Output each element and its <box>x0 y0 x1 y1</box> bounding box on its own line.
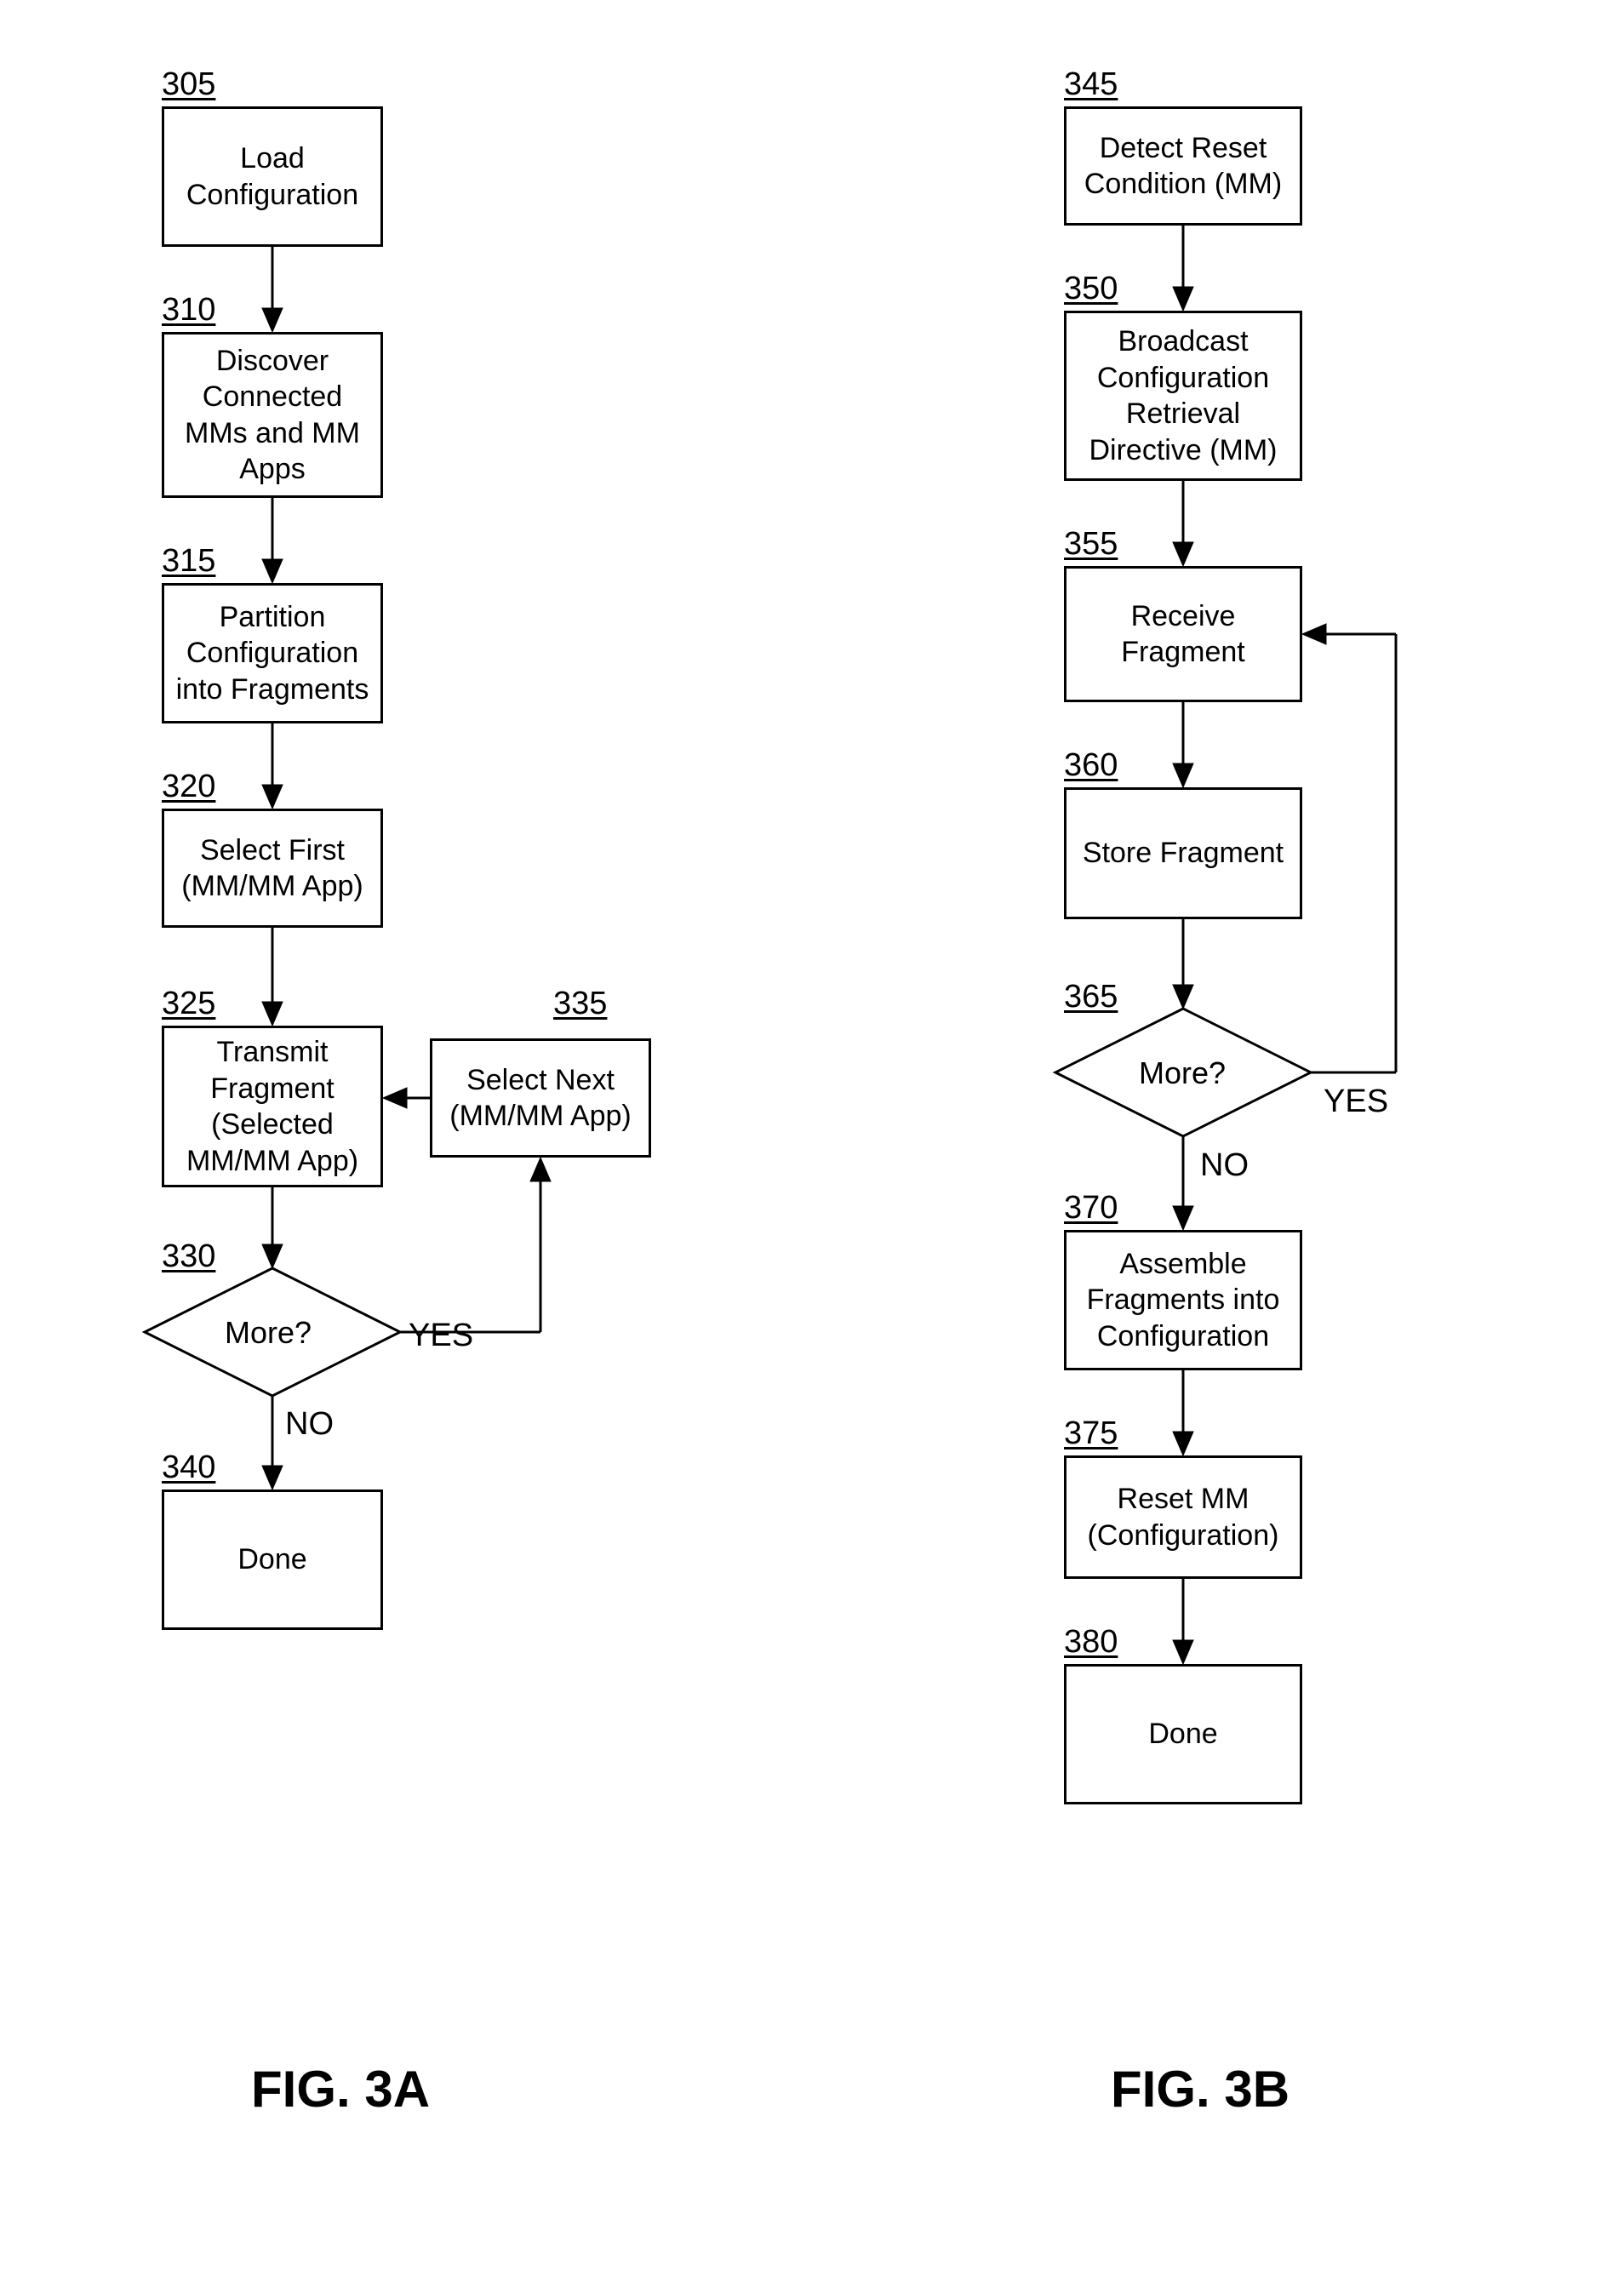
node-number-360: 360 <box>1064 747 1118 784</box>
node-355-text: Receive Fragment <box>1072 598 1295 671</box>
node-number-355: 355 <box>1064 526 1118 563</box>
node-335: Select Next (MM/MM App) <box>430 1038 651 1158</box>
node-number-335: 335 <box>553 986 607 1022</box>
node-305: Load Configuration <box>162 106 383 247</box>
node-340: Done <box>162 1490 383 1630</box>
node-315: Partition Configuration into Fragments <box>162 583 383 723</box>
node-310: Discover Connected MMs and MM Apps <box>162 332 383 498</box>
figure-label-3b: FIG. 3B <box>1111 2060 1289 2118</box>
node-360-text: Store Fragment <box>1083 835 1284 872</box>
node-330-yes: YES <box>409 1318 473 1354</box>
node-number-345: 345 <box>1064 66 1118 103</box>
node-365-text: More? <box>1139 1055 1226 1091</box>
node-375-text: Reset MM (Configuration) <box>1072 1481 1295 1553</box>
node-345-text: Detect Reset Condition (MM) <box>1072 130 1295 203</box>
node-365-yes: YES <box>1324 1084 1388 1120</box>
node-320: Select First (MM/MM App) <box>162 809 383 928</box>
node-365-no: NO <box>1200 1147 1249 1184</box>
node-345: Detect Reset Condition (MM) <box>1064 106 1302 226</box>
node-325: Transmit Fragment (Selected MM/MM App) <box>162 1026 383 1187</box>
node-370: Assemble Fragments into Configuration <box>1064 1230 1302 1370</box>
node-360: Store Fragment <box>1064 787 1302 919</box>
node-310-text: Discover Connected MMs and MM Apps <box>169 343 375 488</box>
node-325-text: Transmit Fragment (Selected MM/MM App) <box>169 1034 375 1179</box>
page: 305 Load Configuration 310 Discover Conn… <box>0 0 1624 2270</box>
figure-label-3a: FIG. 3A <box>251 2060 430 2118</box>
node-number-340: 340 <box>162 1449 215 1486</box>
node-number-370: 370 <box>1064 1190 1118 1226</box>
node-340-text: Done <box>237 1541 306 1578</box>
node-number-305: 305 <box>162 66 215 103</box>
node-305-text: Load Configuration <box>169 140 375 213</box>
node-350: Broadcast Configuration Retrieval Direct… <box>1064 311 1302 481</box>
node-330-no: NO <box>285 1406 334 1443</box>
node-370-text: Assemble Fragments into Configuration <box>1072 1246 1295 1355</box>
node-355: Receive Fragment <box>1064 566 1302 702</box>
node-number-320: 320 <box>162 769 215 805</box>
node-380-text: Done <box>1148 1716 1217 1753</box>
node-number-315: 315 <box>162 543 215 580</box>
node-380: Done <box>1064 1664 1302 1804</box>
node-375: Reset MM (Configuration) <box>1064 1455 1302 1579</box>
node-number-365: 365 <box>1064 979 1118 1015</box>
node-number-310: 310 <box>162 292 215 329</box>
node-335-text: Select Next (MM/MM App) <box>437 1062 643 1135</box>
node-320-text: Select First (MM/MM App) <box>169 832 375 905</box>
node-330-text: More? <box>225 1315 312 1351</box>
node-number-330: 330 <box>162 1238 215 1275</box>
node-350-text: Broadcast Configuration Retrieval Direct… <box>1072 323 1295 468</box>
node-315-text: Partition Configuration into Fragments <box>169 599 375 708</box>
node-number-375: 375 <box>1064 1415 1118 1452</box>
node-number-380: 380 <box>1064 1624 1118 1661</box>
node-number-350: 350 <box>1064 271 1118 307</box>
node-number-325: 325 <box>162 986 215 1022</box>
